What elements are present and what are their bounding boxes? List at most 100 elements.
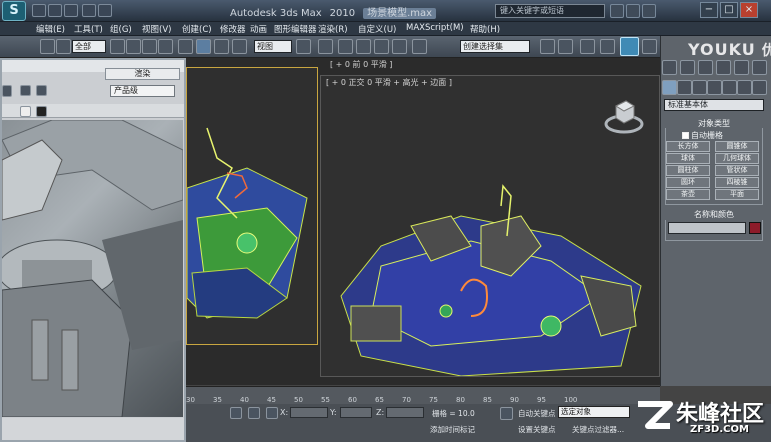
maximize-button[interactable]: □ [720, 2, 738, 18]
render-preset-dropdown[interactable]: 产品级 [110, 85, 175, 97]
box-button[interactable]: 长方体 [666, 141, 710, 152]
object-type-title[interactable]: 对象类型 [665, 118, 763, 128]
pivot-icon[interactable] [296, 39, 311, 54]
lock-selection-icon[interactable] [230, 407, 242, 419]
undo-tool-icon[interactable] [40, 39, 55, 54]
app-logo[interactable]: S [2, 1, 26, 21]
search-icon[interactable] [610, 4, 624, 18]
auto-key-button[interactable]: 自动关键点 [518, 408, 556, 419]
plane-button[interactable]: 平面 [715, 189, 759, 200]
category-dropdown[interactable]: 标准基本体 [664, 99, 764, 111]
left-viewport[interactable] [186, 67, 318, 345]
menu-modifiers[interactable]: 修改器 [220, 23, 246, 35]
track-bar[interactable] [186, 386, 660, 404]
curve-editor-icon[interactable] [600, 39, 615, 54]
render-setup-icon[interactable] [620, 37, 639, 56]
channel-display-icon[interactable] [36, 106, 47, 117]
spinner-snap-icon[interactable] [392, 39, 407, 54]
geometry-icon[interactable] [662, 80, 677, 95]
viewcube-icon[interactable] [604, 96, 644, 136]
undo-icon[interactable] [82, 4, 96, 17]
layer-manager-icon[interactable] [580, 39, 595, 54]
absolute-mode-icon[interactable] [248, 407, 260, 419]
search-input[interactable]: 键入关键字或短语 [495, 4, 605, 18]
object-name-field[interactable] [668, 222, 746, 234]
close-button[interactable]: × [740, 2, 758, 18]
save-image-icon[interactable] [20, 106, 31, 117]
menu-tools[interactable]: 工具(T) [74, 23, 103, 35]
modify-tab-icon[interactable] [680, 60, 695, 75]
pyramid-button[interactable]: 四棱锥 [715, 177, 759, 188]
align-icon[interactable] [558, 39, 573, 54]
menu-help[interactable]: 帮助(H) [470, 23, 500, 35]
helpers-icon[interactable] [722, 80, 737, 95]
minimize-button[interactable]: − [700, 2, 718, 18]
y-coord-field[interactable] [340, 407, 372, 418]
menu-group[interactable]: 组(G) [110, 23, 132, 35]
link-icon[interactable] [56, 39, 71, 54]
tube-button[interactable]: 管状体 [715, 165, 759, 176]
top-viewport-label[interactable]: [ + 0 前 0 平滑 ] [330, 59, 392, 70]
open-file-icon[interactable] [48, 4, 62, 17]
rotate-icon[interactable] [214, 39, 229, 54]
menu-edit[interactable]: 编辑(E) [36, 23, 65, 35]
motion-tab-icon[interactable] [716, 60, 731, 75]
percent-snap-icon[interactable] [374, 39, 389, 54]
menu-customize[interactable]: 自定义(U) [358, 23, 396, 35]
star-icon[interactable] [642, 4, 656, 18]
autogrid-checkbox-box[interactable] [682, 132, 689, 139]
key-mode-dropdown[interactable]: 选定对象 [558, 406, 630, 418]
x-coord-field[interactable] [290, 407, 328, 418]
rendered-frame-window-icon[interactable] [642, 39, 657, 54]
render-button[interactable]: 渲染 [105, 68, 180, 80]
menu-graph-editors[interactable]: 图形编辑器 [274, 23, 317, 35]
menu-rendering[interactable]: 渲染(R) [318, 23, 348, 35]
save-file-icon[interactable] [64, 4, 78, 17]
torus-button[interactable]: 圆环 [666, 177, 710, 188]
edit-named-selection-icon[interactable] [412, 39, 427, 54]
cone-button[interactable]: 圆锥体 [715, 141, 759, 152]
cameras-icon[interactable] [707, 80, 722, 95]
autogrid-checkbox[interactable]: 自动栅格 [682, 130, 723, 141]
perspective-viewport-label[interactable]: [ + 0 正交 0 平滑 + 高光 + 边面 ] [326, 77, 452, 88]
select-move-icon[interactable] [178, 39, 193, 54]
selection-filter-dropdown[interactable]: 全部 [72, 40, 106, 53]
new-file-icon[interactable] [32, 4, 46, 17]
move-icon[interactable] [196, 39, 211, 54]
help-icon[interactable] [626, 4, 640, 18]
geosphere-button[interactable]: 几何球体 [715, 153, 759, 164]
add-time-tag[interactable]: 添加时间标记 [430, 424, 475, 435]
set-key-button[interactable]: 设置关键点 [518, 424, 556, 435]
name-color-title[interactable]: 名称和颜色 [665, 209, 763, 220]
space-warps-icon[interactable] [737, 80, 752, 95]
mirror-icon[interactable] [540, 39, 555, 54]
render-preset-icon[interactable] [36, 85, 47, 96]
angle-snap-icon[interactable] [356, 39, 371, 54]
key-icon[interactable] [500, 407, 513, 420]
select-manipulate-icon[interactable] [318, 39, 333, 54]
redo-icon[interactable] [98, 4, 112, 17]
sphere-button[interactable]: 球体 [666, 153, 710, 164]
create-tab-icon[interactable] [662, 60, 677, 75]
object-color-swatch[interactable] [749, 222, 761, 234]
cylinder-button[interactable]: 圆柱体 [666, 165, 710, 176]
select-icon[interactable] [110, 39, 125, 54]
menu-animation[interactable]: 动画 [250, 23, 267, 35]
scale-icon[interactable] [232, 39, 247, 54]
menu-maxscript[interactable]: MAXScript(M) [406, 23, 464, 33]
systems-icon[interactable] [752, 80, 767, 95]
utilities-tab-icon[interactable] [752, 60, 767, 75]
snap-toggle-icon[interactable] [338, 39, 353, 54]
transform-type-in-icon[interactable] [266, 407, 278, 419]
window-crossing-icon[interactable] [158, 39, 173, 54]
hierarchy-tab-icon[interactable] [698, 60, 713, 75]
key-filters-button[interactable]: 关键点过滤器... [572, 424, 624, 435]
z-coord-field[interactable] [386, 407, 424, 418]
lock-icon[interactable] [20, 85, 31, 96]
shapes-icon[interactable] [677, 80, 692, 95]
viewport-dropdown[interactable] [2, 85, 12, 97]
rect-select-icon[interactable] [142, 39, 157, 54]
teapot-button[interactable]: 茶壶 [666, 189, 710, 200]
menu-create[interactable]: 创建(C) [182, 23, 212, 35]
ref-coord-dropdown[interactable]: 视图 [254, 40, 292, 53]
